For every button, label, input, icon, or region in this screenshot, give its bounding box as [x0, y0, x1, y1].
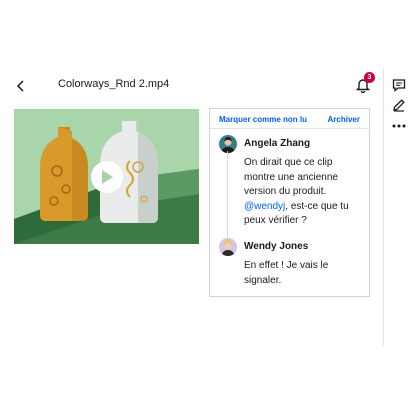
comment-author: Wendy Jones [244, 241, 309, 252]
archive-link[interactable]: Archiver [328, 115, 360, 124]
play-icon [102, 170, 113, 184]
thread-connector [227, 151, 228, 237]
file-header: Colorways_Rnd 2.mp4 3 [0, 68, 384, 104]
more-icon [392, 124, 406, 128]
comment-text: En effet ! Je vais le signaler. [244, 260, 329, 286]
back-button[interactable] [11, 76, 31, 96]
chevron-left-icon [16, 80, 24, 92]
panel-divider [383, 68, 384, 346]
video-preview[interactable] [14, 109, 199, 244]
comment-icon [392, 79, 406, 92]
comment-text: On dirait que ce clip montre une ancienn… [244, 156, 364, 229]
avatar [219, 238, 237, 256]
pencil-icon [393, 99, 405, 112]
thread-actions-bar: Marquer comme non lu Archiver [210, 109, 369, 129]
file-title: Colorways_Rnd 2.mp4 [58, 78, 170, 90]
mark-unread-link[interactable]: Marquer comme non lu [219, 115, 307, 124]
annotate-button[interactable] [390, 96, 408, 114]
play-button[interactable] [91, 161, 123, 193]
wendy-avatar-image [219, 238, 237, 256]
more-options-button[interactable] [390, 117, 408, 135]
user-mention[interactable]: @wendyj [244, 201, 285, 212]
notification-badge: 3 [364, 72, 375, 83]
comments-button[interactable] [390, 76, 408, 94]
comment-thread-panel: Marquer comme non lu Archiver Angela Zha… [209, 108, 370, 297]
comment-author: Angela Zhang [244, 138, 311, 149]
angela-avatar-image [219, 135, 237, 153]
notifications-button[interactable]: 3 [356, 72, 375, 94]
comment-text-part: On dirait que ce clip montre une ancienn… [244, 157, 338, 197]
avatar [219, 135, 237, 153]
